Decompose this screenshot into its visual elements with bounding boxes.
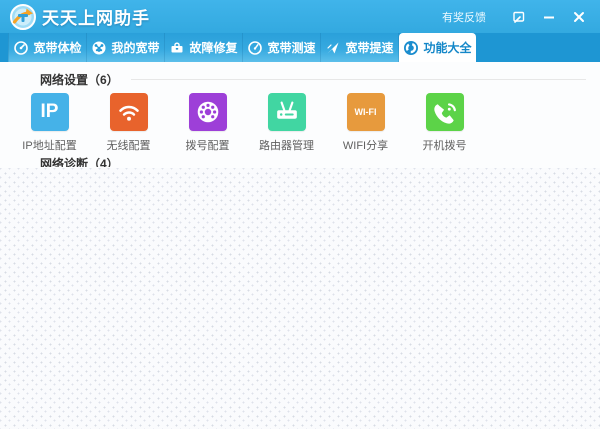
ip-tile-text: IP xyxy=(41,101,59,123)
feature-dial-config[interactable]: 拨号配置 xyxy=(168,93,247,153)
tab-label: 宽带测速 xyxy=(267,39,315,56)
fault-repair-icon xyxy=(169,40,185,56)
feedback-link[interactable]: 有奖反馈 xyxy=(442,9,486,25)
tile-label: 开机拨号 xyxy=(423,137,467,153)
app-title: 天天上网助手 xyxy=(42,4,150,29)
feature-router-manage[interactable]: 路由器管理 xyxy=(247,93,326,153)
tile-label: 路由器管理 xyxy=(259,137,314,153)
feature-wifi-share[interactable]: WI-FI WIFI分享 xyxy=(326,93,405,153)
tile-label: 无线配置 xyxy=(107,137,151,153)
wifi-tile-text: WI-FI xyxy=(355,107,377,117)
tab-all-features[interactable]: 功能大全 xyxy=(399,33,476,62)
tab-speed-test[interactable]: 宽带测速 xyxy=(243,33,321,62)
broadband-checkup-icon xyxy=(13,40,29,56)
router-manage-icon xyxy=(268,93,306,131)
tab-label: 功能大全 xyxy=(423,39,471,56)
tab-fault-repair[interactable]: 故障修复 xyxy=(165,33,243,62)
empty-dotted-area xyxy=(0,168,600,429)
wireless-config-icon xyxy=(110,93,148,131)
dial-config-icon xyxy=(189,93,227,131)
feature-wireless-config[interactable]: 无线配置 xyxy=(89,93,168,153)
tab-label: 故障修复 xyxy=(189,39,237,56)
tab-speed-boost[interactable]: 宽带提速 xyxy=(321,33,399,62)
content-panel: 网络设置（6） IP IP地址配置 无线配置 xyxy=(0,62,600,429)
speed-boost-icon xyxy=(325,40,341,56)
feedback-note-icon[interactable] xyxy=(506,6,532,28)
speed-test-icon xyxy=(247,40,263,56)
app-window: 天天上网助手 有奖反馈 宽带体检 xyxy=(0,0,600,429)
tab-label: 宽带提速 xyxy=(345,39,393,56)
ip-config-icon: IP xyxy=(31,93,69,131)
tile-label: 拨号配置 xyxy=(186,137,230,153)
minimize-button[interactable] xyxy=(536,6,562,28)
tab-broadband-checkup[interactable]: 宽带体检 xyxy=(8,33,87,62)
section-header-network-settings: 网络设置（6） xyxy=(0,62,600,88)
wifi-share-icon: WI-FI xyxy=(347,93,385,131)
section-title: 网络诊断（4） xyxy=(40,155,119,167)
tile-label: IP地址配置 xyxy=(22,137,76,153)
boot-dial-icon xyxy=(426,93,464,131)
tab-my-broadband[interactable]: 我的宽带 xyxy=(87,33,165,62)
section-divider xyxy=(131,79,586,80)
section-title: 网络设置（6） xyxy=(40,71,119,88)
feature-tiles-row: IP IP地址配置 无线配置 xyxy=(0,93,600,153)
tabbar: 宽带体检 我的宽带 故障修复 宽带测速 xyxy=(0,33,600,62)
my-broadband-icon xyxy=(91,40,107,56)
feature-ip-config[interactable]: IP IP地址配置 xyxy=(10,93,89,153)
section-header-network-diagnosis: 网络诊断（4） xyxy=(0,155,600,167)
titlebar: 天天上网助手 有奖反馈 xyxy=(0,0,600,33)
feature-boot-dial[interactable]: 开机拨号 xyxy=(405,93,484,153)
all-features-icon xyxy=(403,40,419,56)
app-logo-icon xyxy=(10,4,36,30)
tab-label: 我的宽带 xyxy=(111,39,159,56)
tile-label: WIFI分享 xyxy=(343,137,388,153)
close-button[interactable] xyxy=(566,6,592,28)
tab-label: 宽带体检 xyxy=(33,39,81,56)
